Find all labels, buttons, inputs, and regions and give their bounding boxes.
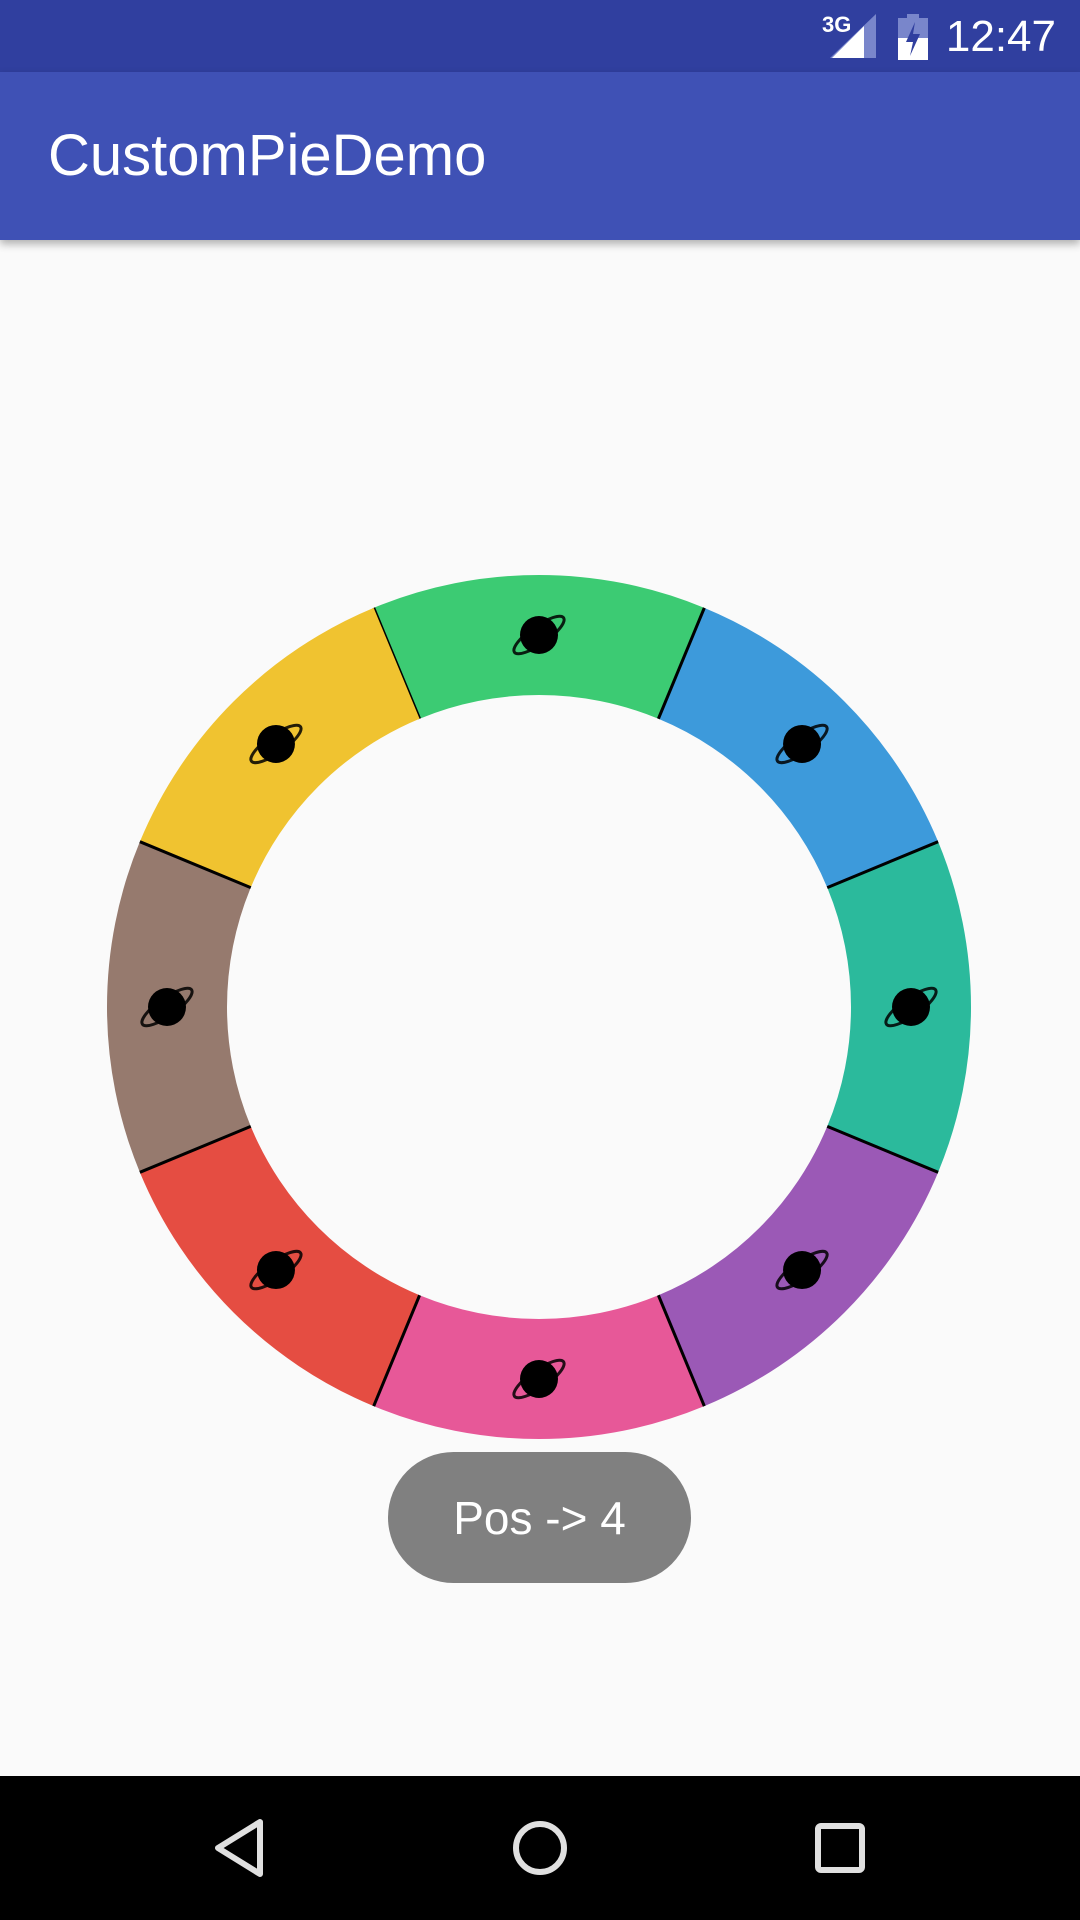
recents-icon <box>815 1823 865 1873</box>
app-title: CustomPieDemo <box>48 123 487 188</box>
home-icon <box>513 1821 567 1875</box>
navigation-bar <box>0 1776 1080 1920</box>
toast-message: Pos -> 4 <box>388 1452 691 1583</box>
back-icon <box>215 1819 263 1877</box>
recents-button[interactable] <box>780 1776 900 1920</box>
home-button[interactable] <box>480 1776 600 1920</box>
toast-text: Pos -> 4 <box>453 1491 626 1544</box>
app-bar: CustomPieDemo <box>0 72 1080 240</box>
back-button[interactable] <box>180 1776 300 1920</box>
